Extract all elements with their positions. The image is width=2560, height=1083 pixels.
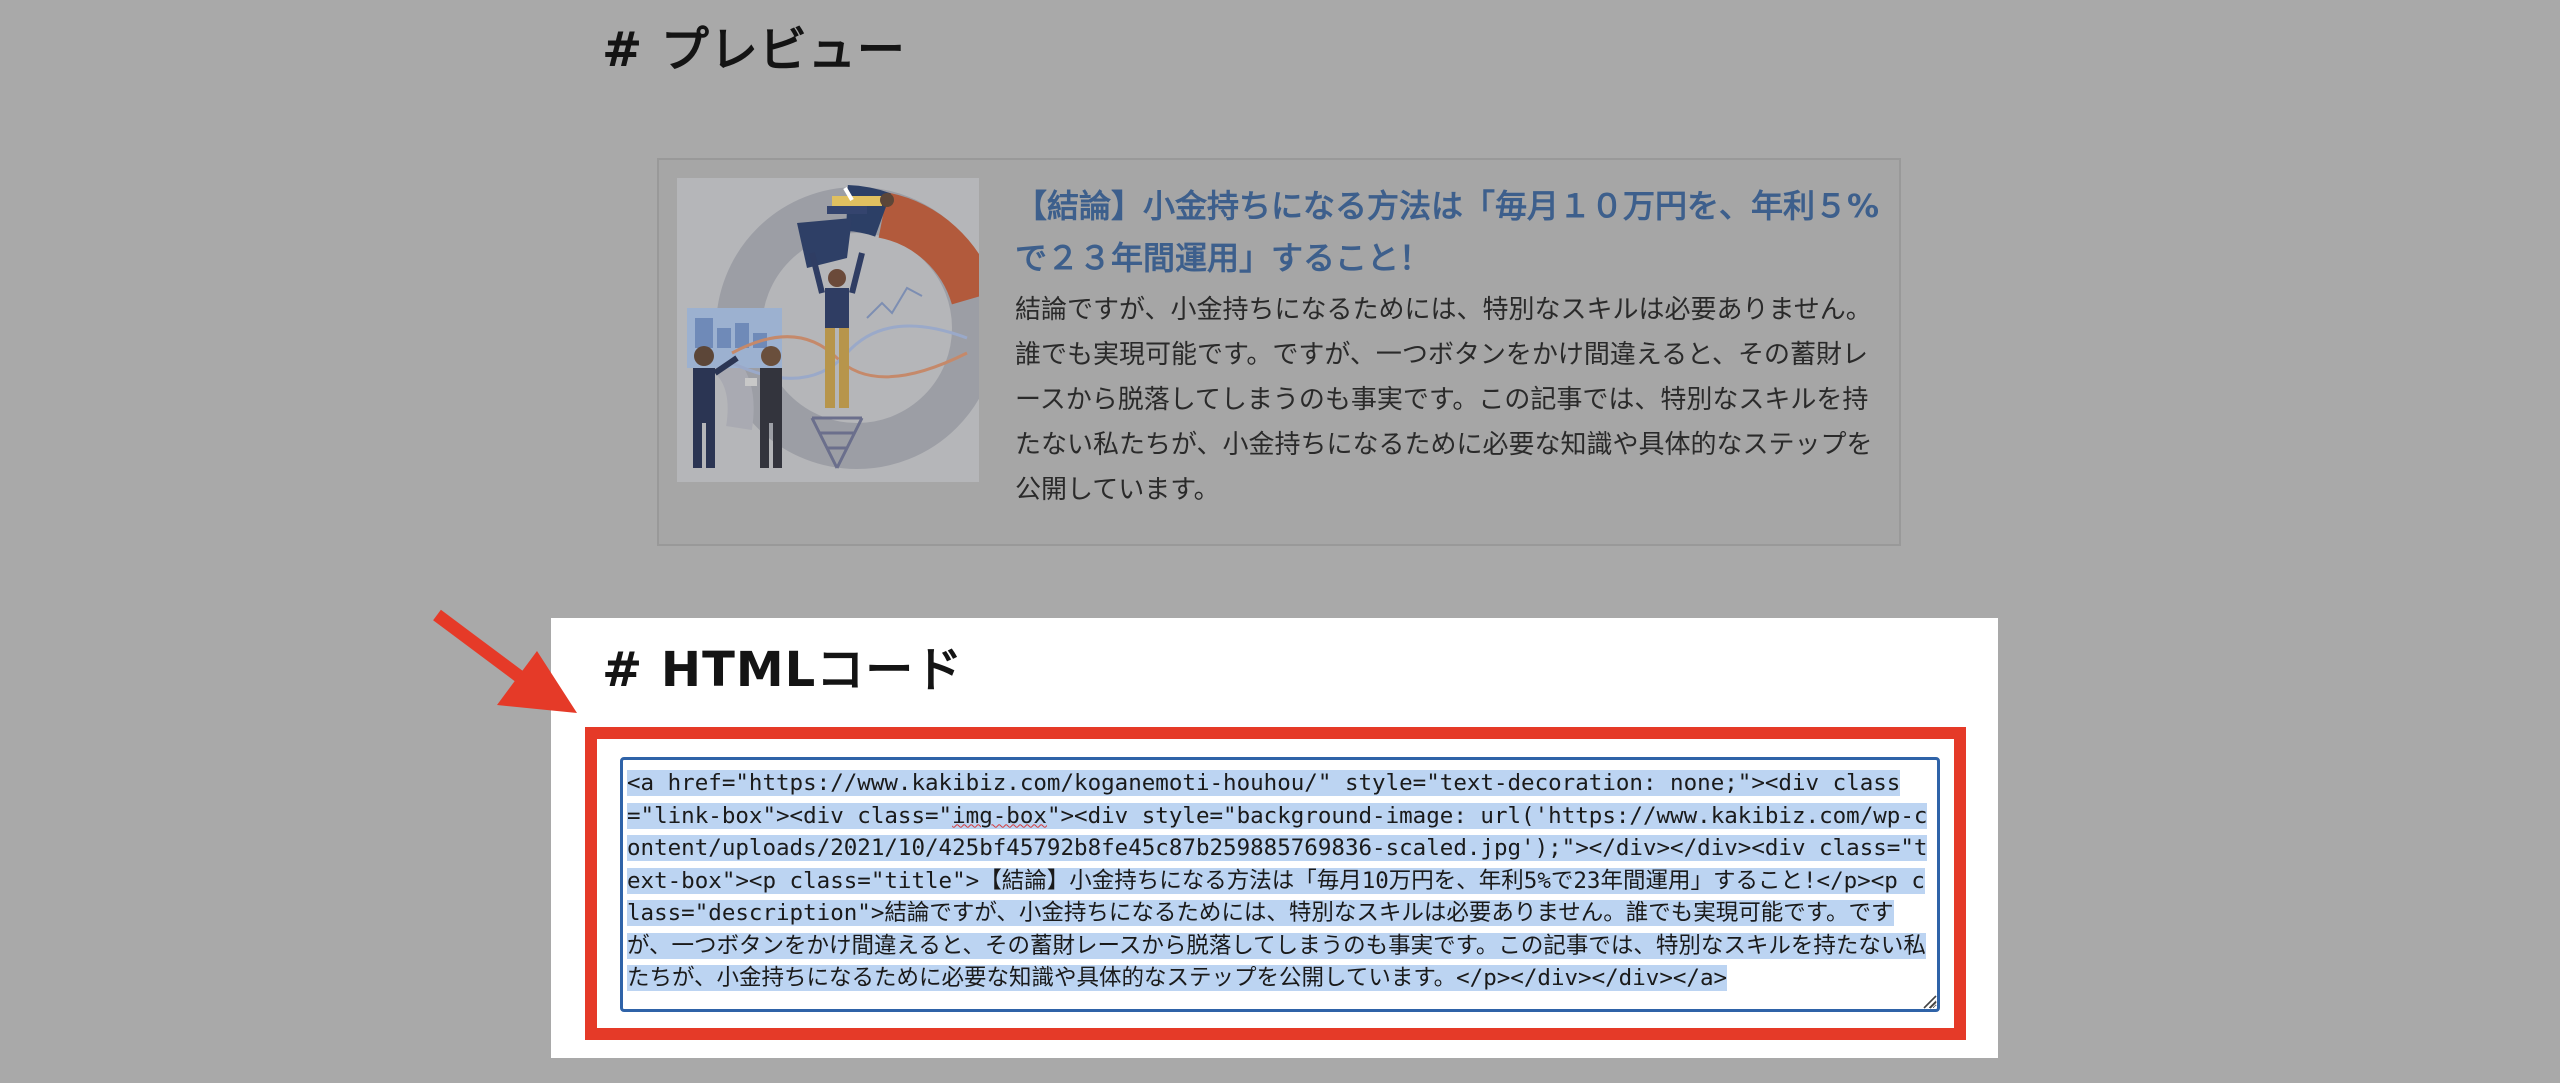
html-code-heading: # HTMLコード bbox=[602, 642, 964, 698]
business-people-chart-illustration bbox=[677, 178, 979, 482]
code-after-mark: "><div style="background-image: url('htt… bbox=[627, 802, 1928, 992]
card-description: 結論ですが、小金持ちになるためには、特別なスキルは必要ありません。誰でも実現可能… bbox=[1015, 295, 1873, 505]
spellcheck-marked-word: img-box bbox=[952, 802, 1047, 829]
card-text-box: 【結論】小金持ちになる方法は「毎月１０万円を、年利５%で２３年間運用」すること！… bbox=[1015, 180, 1883, 513]
card-thumbnail bbox=[677, 178, 979, 482]
red-arrow-icon bbox=[433, 609, 577, 713]
resize-grip-icon[interactable] bbox=[1921, 993, 1937, 1009]
card-title: 【結論】小金持ちになる方法は「毎月１０万円を、年利５%で２３年間運用」すること！ bbox=[1015, 187, 1880, 277]
selected-code-text: <a href="https://www.kakibiz.com/koganem… bbox=[627, 770, 1928, 992]
html-code-textarea[interactable]: <a href="https://www.kakibiz.com/koganem… bbox=[620, 757, 1940, 1012]
link-card[interactable]: 【結論】小金持ちになる方法は「毎月１０万円を、年利５%で２３年間運用」すること！… bbox=[657, 158, 1901, 546]
preview-heading: # プレビュー bbox=[602, 22, 906, 78]
